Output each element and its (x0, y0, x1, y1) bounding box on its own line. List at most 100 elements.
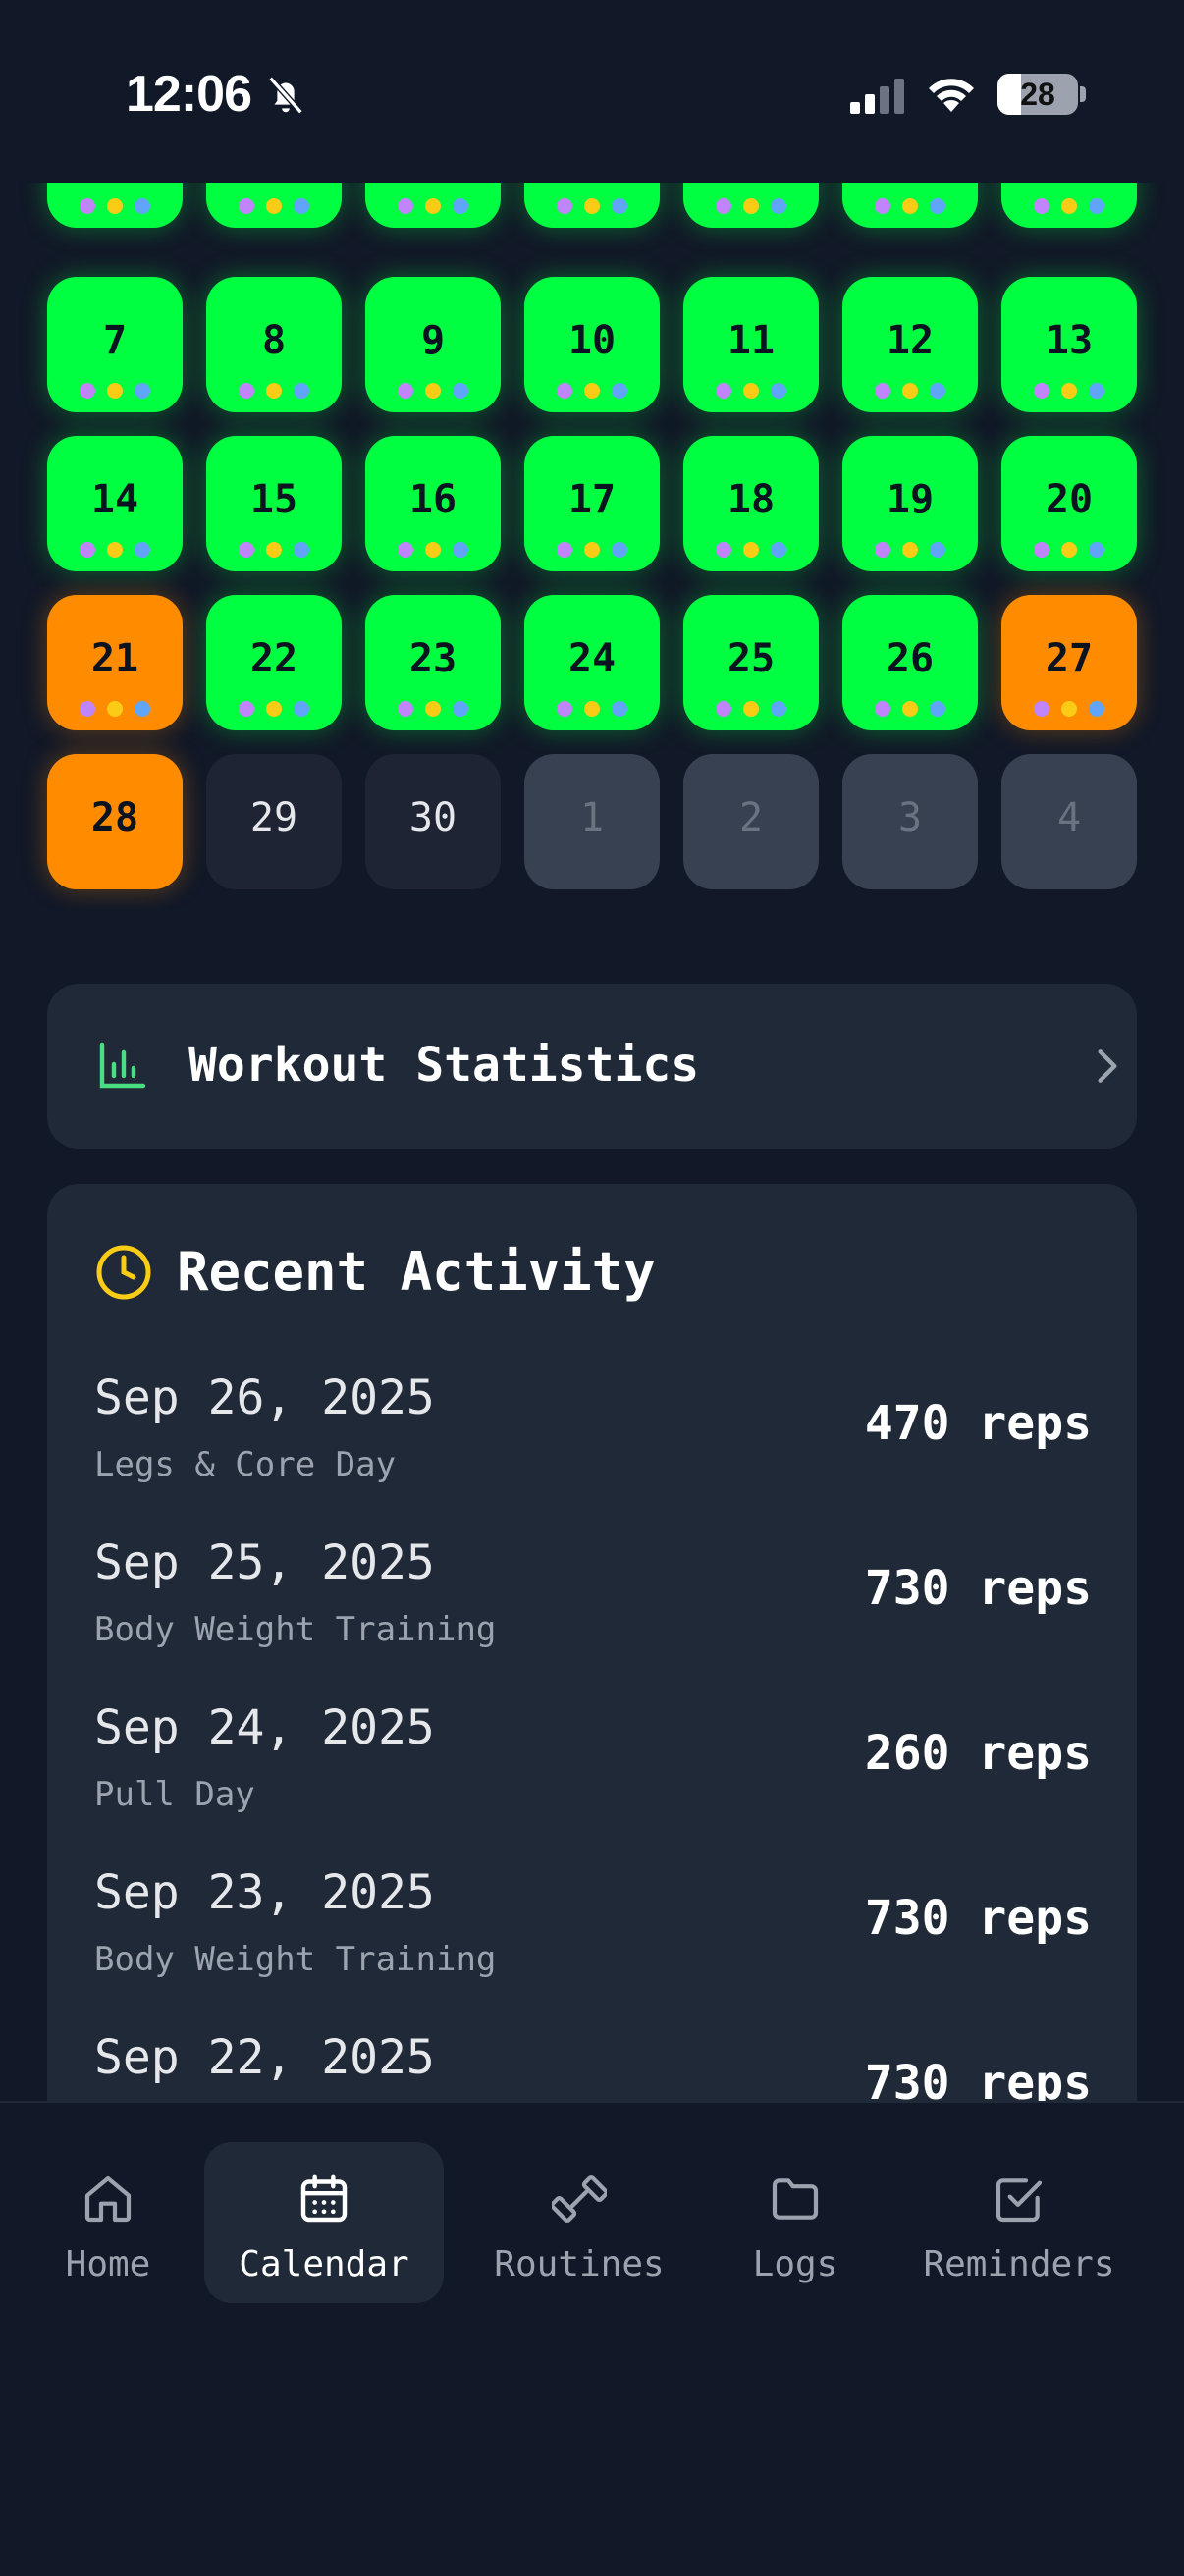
workout-dot (930, 198, 945, 214)
workout-indicator-dots (365, 542, 501, 558)
workout-indicator-dots (365, 198, 501, 214)
activity-reps: 470 reps (864, 1396, 1092, 1451)
calendar-day[interactable]: 14 (47, 436, 183, 571)
calendar-day-number: 25 (727, 636, 776, 681)
home-icon (84, 2175, 132, 2223)
activity-date: Sep 24, 2025 (94, 1700, 435, 1755)
calendar-day[interactable]: 19 (842, 436, 978, 571)
workout-dot (1089, 701, 1104, 717)
calendar-day[interactable]: 4 (683, 183, 819, 228)
battery-indicator: 28 (997, 74, 1078, 115)
workout-dot (453, 383, 468, 399)
workout-dot (107, 198, 123, 214)
activity-item[interactable]: Sep 23, 2025 Body Weight Training 730 re… (94, 1865, 1092, 2012)
calendar-day[interactable]: 8 (206, 277, 342, 412)
calendar-day[interactable]: 16 (365, 436, 501, 571)
workout-dot (266, 383, 282, 399)
activity-item[interactable]: Sep 26, 2025 Legs & Core Day 470 reps (94, 1370, 1092, 1518)
workout-dot (875, 198, 890, 214)
calendar-day[interactable]: 11 (683, 277, 819, 412)
calendar-day[interactable]: 3 (842, 754, 978, 889)
tab-home[interactable]: Home (39, 2142, 177, 2303)
calendar-day[interactable]: 12 (842, 277, 978, 412)
workout-dot (875, 701, 890, 717)
workout-indicator-dots (365, 383, 501, 399)
calendar-day[interactable]: 31 (47, 183, 183, 228)
activity-routine: Legs & Core Day (94, 1445, 397, 1484)
workout-dot (80, 542, 95, 558)
workout-dot (398, 542, 413, 558)
calendar-day[interactable]: 5 (842, 183, 978, 228)
workout-dot (902, 542, 918, 558)
bell-muted-icon (268, 76, 303, 115)
tab-routines-label: Routines (494, 2244, 665, 2284)
calendar-day[interactable]: 10 (524, 277, 660, 412)
workout-statistics-button[interactable]: Workout Statistics (47, 984, 1137, 1149)
dumbbell-icon (552, 2174, 607, 2224)
workout-indicator-dots (842, 701, 978, 717)
calendar-day[interactable]: 28 (47, 754, 183, 889)
workout-dot (716, 701, 731, 717)
tab-calendar[interactable]: Calendar (204, 2142, 444, 2303)
calendar-icon (300, 2174, 348, 2223)
workout-indicator-dots (683, 383, 819, 399)
calendar-day[interactable]: 2 (365, 183, 501, 228)
activity-routine: Pull Day (94, 1775, 255, 1814)
workout-dot (453, 542, 468, 558)
workout-dot (771, 198, 786, 214)
calendar-day[interactable]: 21 (47, 595, 183, 730)
workout-dot (875, 383, 890, 399)
calendar-day[interactable]: 6 (1001, 183, 1137, 228)
calendar-day[interactable]: 30 (365, 754, 501, 889)
workout-indicator-dots (683, 701, 819, 717)
activity-item[interactable]: Sep 24, 2025 Pull Day 260 reps (94, 1700, 1092, 1848)
calendar-day[interactable]: 24 (524, 595, 660, 730)
workout-dot (743, 542, 759, 558)
calendar-day[interactable]: 15 (206, 436, 342, 571)
workout-dot (875, 542, 890, 558)
calendar-day[interactable]: 4 (1001, 754, 1137, 889)
calendar-day[interactable]: 13 (1001, 277, 1137, 412)
tab-logs[interactable]: Logs (727, 2142, 864, 2303)
calendar-day[interactable]: 18 (683, 436, 819, 571)
calendar-day[interactable]: 23 (365, 595, 501, 730)
calendar-day[interactable]: 1 (524, 754, 660, 889)
tab-routines[interactable]: Routines (481, 2142, 677, 2303)
calendar-day[interactable]: 29 (206, 754, 342, 889)
calendar-day[interactable]: 27 (1001, 595, 1137, 730)
calendar-day[interactable]: 7 (47, 277, 183, 412)
recent-activity-title: Recent Activity (177, 1241, 656, 1303)
activity-routine: Body Weight Training (94, 1940, 497, 1979)
calendar-day[interactable]: 20 (1001, 436, 1137, 571)
calendar-day[interactable]: 3 (524, 183, 660, 228)
activity-routine: Body Weight Training (94, 1610, 497, 1649)
workout-dot (716, 542, 731, 558)
calendar-day[interactable]: 22 (206, 595, 342, 730)
workout-dot (135, 198, 150, 214)
calendar-grid: 3112345678910111213141516171819202122232… (0, 183, 1184, 909)
workout-indicator-dots (365, 701, 501, 717)
calendar-day[interactable]: 17 (524, 436, 660, 571)
workout-indicator-dots (842, 542, 978, 558)
status-bar: 12:06 28 (0, 0, 1184, 183)
battery-cap (1080, 86, 1086, 102)
workout-dot (107, 701, 123, 717)
workout-dot (266, 198, 282, 214)
workout-dot (743, 198, 759, 214)
workout-dot (771, 701, 786, 717)
status-time: 12:06 (126, 66, 252, 123)
calendar-day[interactable]: 25 (683, 595, 819, 730)
activity-item[interactable]: Sep 25, 2025 Body Weight Training 730 re… (94, 1535, 1092, 1683)
workout-indicator-dots (842, 383, 978, 399)
tab-reminders[interactable]: Reminders (913, 2142, 1125, 2303)
workout-dot (80, 198, 95, 214)
calendar-day[interactable]: 9 (365, 277, 501, 412)
calendar-day[interactable]: 2 (683, 754, 819, 889)
tab-logs-label: Logs (752, 2244, 838, 2284)
workout-dot (266, 542, 282, 558)
workout-indicator-dots (524, 701, 660, 717)
bar-chart-icon (99, 1042, 146, 1089)
calendar-day[interactable]: 1 (206, 183, 342, 228)
calendar-day[interactable]: 26 (842, 595, 978, 730)
workout-dot (743, 701, 759, 717)
